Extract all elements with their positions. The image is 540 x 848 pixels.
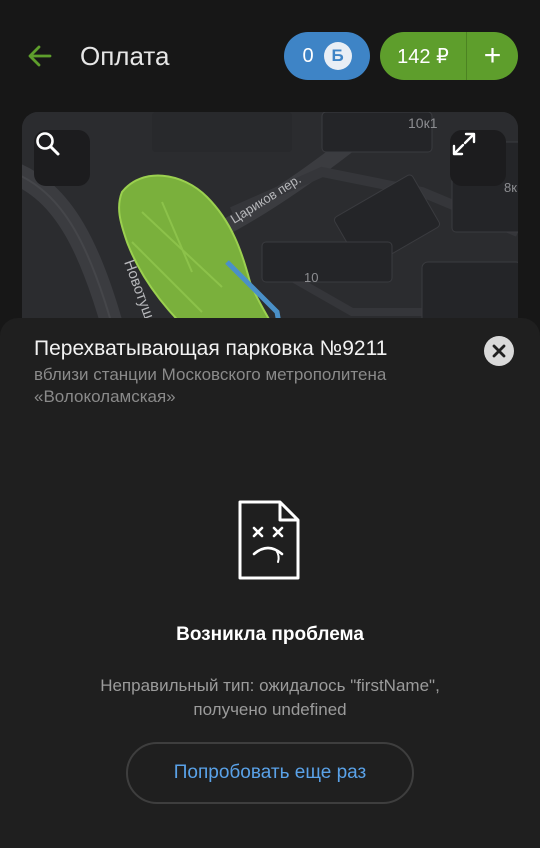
bonus-balance-button[interactable]: 0 Б <box>284 32 370 80</box>
close-icon <box>492 344 506 358</box>
search-icon <box>36 132 60 156</box>
retry-button[interactable]: Попробовать еще раз <box>126 742 414 804</box>
expand-icon <box>452 132 476 156</box>
parking-title: Перехватывающая парковка №9211 <box>34 337 388 360</box>
bonus-badge: Б <box>323 42 352 70</box>
wallet-balance: 142 ₽ + <box>380 32 518 80</box>
parking-subtitle: вблизи станции Московского метрополитена… <box>34 365 387 406</box>
error-message-line-1: Неправильный тип: ожидалось "firstName", <box>100 676 440 695</box>
close-button[interactable] <box>484 336 514 366</box>
error-message: Неправильный тип: ожидалось "firstName",… <box>40 674 500 722</box>
error-illustration <box>236 498 302 587</box>
app-header: Оплата 0 Б 142 ₽ + <box>0 0 540 112</box>
balance-amount[interactable]: 142 ₽ <box>380 44 466 69</box>
map-expand-button[interactable] <box>450 130 506 186</box>
page-title: Оплата <box>80 41 170 71</box>
map-label-10k1: 10к1 <box>408 115 438 131</box>
map-label-10: 10 <box>304 270 318 285</box>
map-search-button[interactable] <box>34 130 90 186</box>
top-up-button[interactable]: + <box>467 32 518 80</box>
error-message-line-2: получено undefined <box>193 700 347 719</box>
back-arrow-icon <box>28 45 52 67</box>
bonus-value: 0 <box>302 44 314 67</box>
back-button[interactable] <box>22 38 58 74</box>
map-label-8k: 8к <box>504 180 517 195</box>
error-title: Возникла проблема <box>176 624 364 645</box>
sad-document-icon <box>238 500 300 580</box>
parking-info-sheet: Перехватывающая парковка №9211 вблизи ст… <box>0 318 540 848</box>
